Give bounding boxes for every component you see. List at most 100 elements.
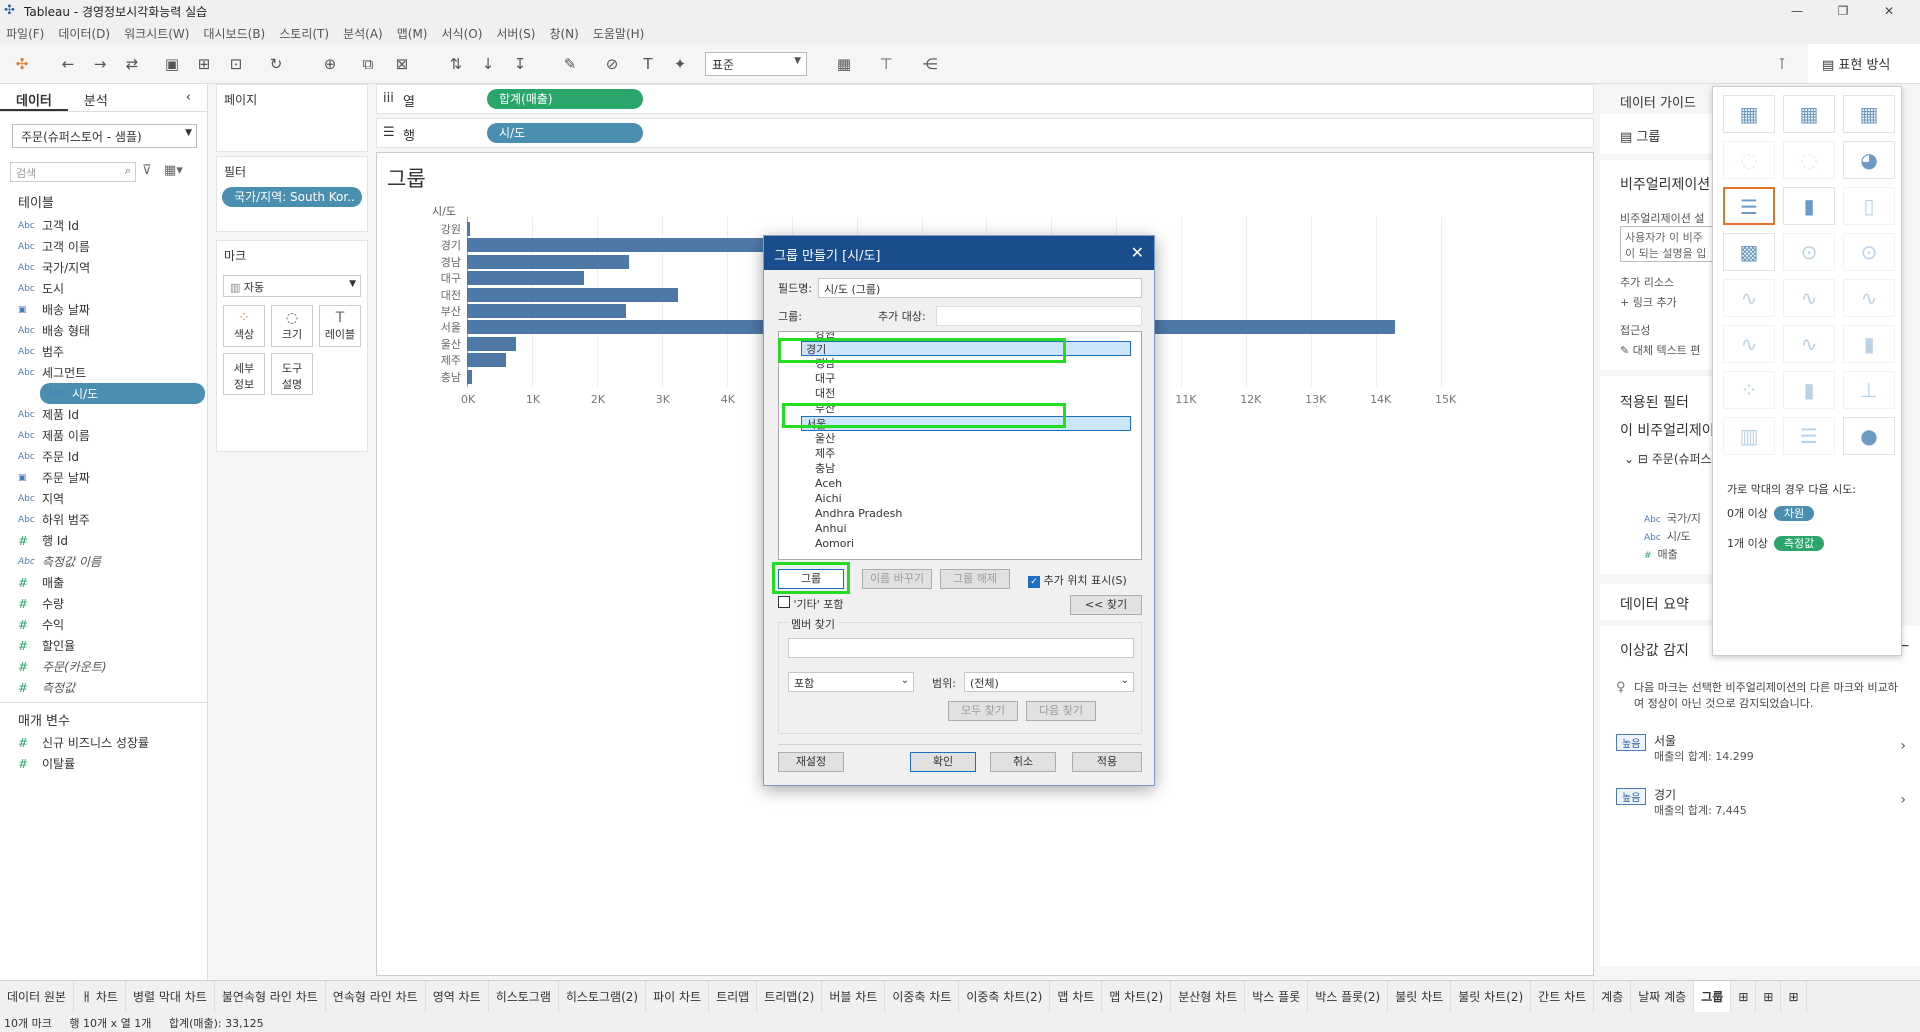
measure-field[interactable]: # 매출 bbox=[0, 572, 207, 593]
outlier-item[interactable]: 높음 경기 매출의 합계: 7,445 › bbox=[1616, 786, 1906, 822]
area-discrete-icon[interactable]: ∿ bbox=[1783, 325, 1835, 363]
pages-card[interactable]: 페이지 bbox=[216, 84, 368, 152]
bullet-graph-icon[interactable]: ☰ bbox=[1783, 417, 1835, 455]
columns-pill[interactable]: 합계(매출) bbox=[487, 89, 643, 109]
symbol-map-icon[interactable]: ◌ bbox=[1723, 141, 1775, 179]
dimension-field[interactable]: Abc 국가/지역 bbox=[0, 257, 207, 278]
rows-pill[interactable]: 시/도 bbox=[487, 123, 643, 143]
menu-item[interactable]: 워크시트(W) bbox=[124, 25, 189, 42]
discrete-lines-icon[interactable]: ∿ bbox=[1783, 279, 1835, 317]
member-item[interactable]: Anhui bbox=[779, 521, 1141, 536]
new-sheet-icon[interactable]: ⊞ bbox=[1731, 981, 1757, 1012]
find-all-button[interactable]: 모두 찾기 bbox=[948, 701, 1018, 721]
range-select[interactable]: (전체) ⌄ bbox=[964, 672, 1134, 692]
alt-text-button[interactable]: ✎ 대체 텍스트 편 bbox=[1620, 342, 1700, 358]
show-me-button[interactable]: ▤ 표현 방식 bbox=[1808, 44, 1920, 84]
filled-map-icon[interactable]: ◌ bbox=[1783, 141, 1835, 179]
member-list[interactable]: 강원 경기 경남 대구 대전 부산 서울 울산 제주 충남 Aceh Aichi Andhra Prad… bbox=[778, 331, 1142, 560]
side-by-side-bars-icon[interactable]: ▯ bbox=[1843, 187, 1895, 225]
ok-button[interactable]: 확인 bbox=[910, 752, 976, 772]
match-type-select[interactable]: 포함 ⌄ bbox=[788, 672, 914, 692]
continuous-lines-icon[interactable]: ∿ bbox=[1723, 279, 1775, 317]
menu-item[interactable]: 대시보드(B) bbox=[203, 25, 265, 42]
sheet-tab[interactable]: 불연속형 라인 차트 bbox=[215, 981, 326, 1012]
horizontal-bars-icon[interactable]: ☰ bbox=[1723, 187, 1775, 225]
find-next-button[interactable]: 다음 찾기 bbox=[1026, 701, 1096, 721]
member-item[interactable]: Aichi bbox=[779, 491, 1141, 506]
dimension-field[interactable]: Abc 범주 bbox=[0, 341, 207, 362]
highlight-icon[interactable]: ✎ bbox=[558, 52, 582, 76]
show-cards-icon[interactable]: ▦ bbox=[832, 52, 856, 76]
pin-icon[interactable]: ⊺ bbox=[1770, 52, 1794, 76]
show-more-checkbox[interactable]: ✓ 추가 위치 표시(S) bbox=[1028, 572, 1127, 588]
heat-map-icon[interactable]: ▦ bbox=[1783, 95, 1835, 133]
dimension-field[interactable]: Abc 주문 Id bbox=[0, 446, 207, 467]
bar-mark[interactable] bbox=[467, 222, 471, 236]
circle-views-icon[interactable]: ⊙ bbox=[1783, 233, 1835, 271]
undo-icon[interactable]: ← bbox=[56, 52, 80, 76]
add-to-select[interactable] bbox=[936, 306, 1142, 326]
menu-item[interactable]: 맵(M) bbox=[397, 25, 428, 42]
measure-field[interactable]: # 주문(카운트) bbox=[0, 656, 207, 677]
filter-icon[interactable]: ⊽ bbox=[142, 163, 152, 178]
duplicate-icon[interactable]: ⧉ bbox=[356, 52, 380, 76]
menu-item[interactable]: 서버(S) bbox=[496, 25, 535, 42]
new-datasource-icon[interactable]: ⊞ bbox=[192, 52, 216, 76]
sheet-tab[interactable]: 불릿 차트(2) bbox=[1451, 981, 1532, 1012]
member-item[interactable]: Aceh bbox=[779, 476, 1141, 491]
sort-descending-icon[interactable]: ↧ bbox=[508, 52, 532, 76]
dimension-field[interactable]: Abc 세그먼트 bbox=[0, 362, 207, 383]
bar-mark[interactable] bbox=[467, 271, 584, 286]
view-options-icon[interactable]: ▦▾ bbox=[164, 163, 183, 178]
sheet-tab[interactable]: 히스토그램(2) bbox=[559, 981, 647, 1012]
save-icon[interactable]: ▣ bbox=[160, 52, 184, 76]
member-item[interactable]: 제주 bbox=[779, 446, 1141, 461]
detail-button[interactable]: 세부 정보 bbox=[223, 353, 265, 395]
area-continuous-icon[interactable]: ∿ bbox=[1723, 325, 1775, 363]
sheet-tab[interactable]: 불릿 차트 bbox=[1388, 981, 1452, 1012]
sheet-tab[interactable]: ㅐ 차트 bbox=[74, 981, 126, 1012]
sheet-tab[interactable]: 버블 차트 bbox=[822, 981, 886, 1012]
group-members-icon[interactable]: ⊘ bbox=[600, 52, 624, 76]
maximize-icon[interactable]: ❐ bbox=[1820, 0, 1866, 22]
field-name-input[interactable]: 시/도 (그룹) bbox=[818, 278, 1142, 298]
sort-ascending-icon[interactable]: ↓ bbox=[476, 52, 500, 76]
mark-type-select[interactable]: ▥ 자동 ▼ bbox=[223, 275, 361, 297]
new-dashboard-icon[interactable]: ⊞ bbox=[1756, 981, 1782, 1012]
dimension-field[interactable]: ▣ 배송 날짜 bbox=[0, 299, 207, 320]
scatter-plot-icon[interactable]: ⁘ bbox=[1723, 371, 1775, 409]
sheet-tab[interactable]: 맵 차트(2) bbox=[1102, 981, 1172, 1012]
include-other-checkbox[interactable]: '기타' 포함 bbox=[778, 596, 844, 612]
dual-lines-icon[interactable]: ∿ bbox=[1843, 279, 1895, 317]
viz-desc-input[interactable]: 사용자가 이 비주 이 되는 설명을 입 bbox=[1620, 226, 1720, 262]
clear-sheet-icon[interactable]: ⊠ bbox=[390, 52, 414, 76]
redo-icon[interactable]: → bbox=[88, 52, 112, 76]
dialog-close-icon[interactable]: ✕ bbox=[1131, 243, 1144, 262]
sheet-tab[interactable]: 계층 bbox=[1594, 981, 1632, 1012]
source-item[interactable]: ⌄ ⊟ 주문(슈퍼스 bbox=[1624, 450, 1712, 467]
refresh-icon[interactable]: ↻ bbox=[264, 52, 288, 76]
measure-field[interactable]: # 측정값 bbox=[0, 677, 207, 698]
menu-item[interactable]: 스토리(T) bbox=[279, 25, 329, 42]
sheet-tab[interactable]: 히스토그램 bbox=[489, 981, 559, 1012]
sheet-tab[interactable]: 연속형 라인 차트 bbox=[326, 981, 426, 1012]
pause-update-icon[interactable]: ⊡ bbox=[224, 52, 248, 76]
pie-chart-icon[interactable]: ◕ bbox=[1843, 141, 1895, 179]
fix-axes-icon[interactable]: ✦ bbox=[668, 52, 692, 76]
find-member-input[interactable] bbox=[788, 638, 1134, 658]
sheet-tab[interactable]: 간트 차트 bbox=[1531, 981, 1595, 1012]
dimension-field[interactable]: Abc 고객 이름 bbox=[0, 236, 207, 257]
bar-mark[interactable] bbox=[467, 353, 506, 368]
find-toggle-button[interactable]: << 찾기 bbox=[1070, 595, 1142, 615]
text-table-icon[interactable]: ▦ bbox=[1723, 95, 1775, 133]
packed-bubbles-icon[interactable]: ● bbox=[1843, 417, 1895, 455]
stacked-bars-icon[interactable]: ▮ bbox=[1783, 187, 1835, 225]
dimension-field[interactable]: Abc 제품 이름 bbox=[0, 425, 207, 446]
redo-swap-icon[interactable]: ⇄ bbox=[120, 52, 144, 76]
columns-shelf[interactable]: iii 열 합계(매출) bbox=[376, 84, 1594, 114]
measure-field[interactable]: # 수익 bbox=[0, 614, 207, 635]
menu-item[interactable]: 분석(A) bbox=[343, 25, 383, 42]
menu-item[interactable]: 창(N) bbox=[549, 25, 578, 42]
bar-mark[interactable] bbox=[467, 369, 473, 384]
dimension-field[interactable]: Abc 제품 Id bbox=[0, 404, 207, 425]
